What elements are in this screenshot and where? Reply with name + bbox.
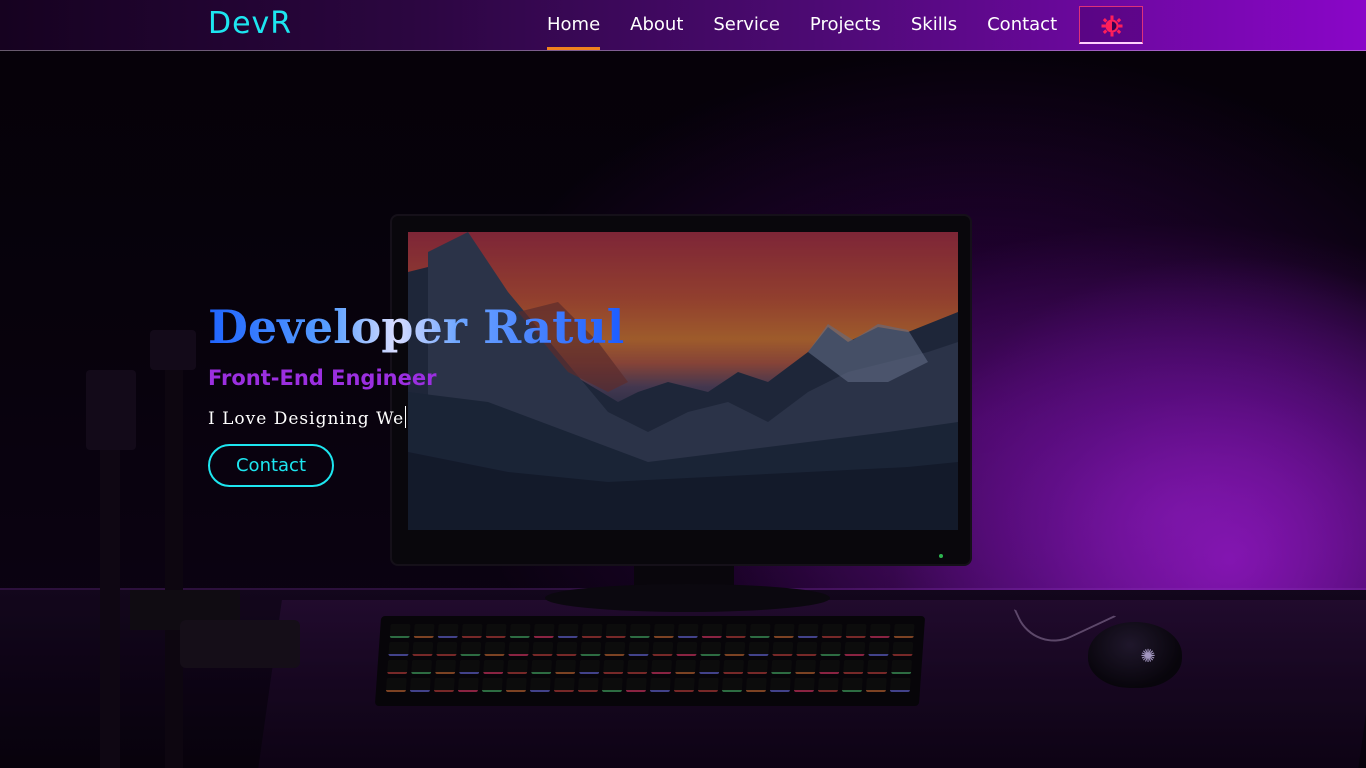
nav-menu: Home About Service Projects Skills Conta… bbox=[532, 0, 1072, 50]
hero-typed-text-line: I Love Designing We bbox=[208, 406, 407, 429]
hero-background-image: ✺ bbox=[0, 0, 1366, 768]
logo[interactable]: DevR bbox=[208, 6, 292, 41]
page: ✺ DevR Home About Service Projects Skill… bbox=[0, 0, 1366, 768]
background-overlay bbox=[0, 0, 1366, 768]
hero-title: Developer Ratul bbox=[208, 300, 625, 354]
navbar: DevR Home About Service Projects Skills … bbox=[0, 0, 1366, 51]
nav-link-about[interactable]: About bbox=[615, 0, 698, 50]
nav-link-skills[interactable]: Skills bbox=[896, 0, 972, 50]
nav-link-home[interactable]: Home bbox=[532, 0, 615, 50]
theme-toggle-button[interactable] bbox=[1079, 6, 1143, 44]
typing-caret bbox=[405, 406, 407, 428]
hero-subtitle: Front-End Engineer bbox=[208, 366, 437, 390]
contact-button[interactable]: Contact bbox=[208, 444, 334, 487]
brightness-icon bbox=[1101, 15, 1123, 37]
nav-link-service[interactable]: Service bbox=[698, 0, 795, 50]
nav-link-contact[interactable]: Contact bbox=[972, 0, 1072, 50]
nav-link-projects[interactable]: Projects bbox=[795, 0, 896, 50]
hero-typed-text: I Love Designing We bbox=[208, 409, 405, 429]
